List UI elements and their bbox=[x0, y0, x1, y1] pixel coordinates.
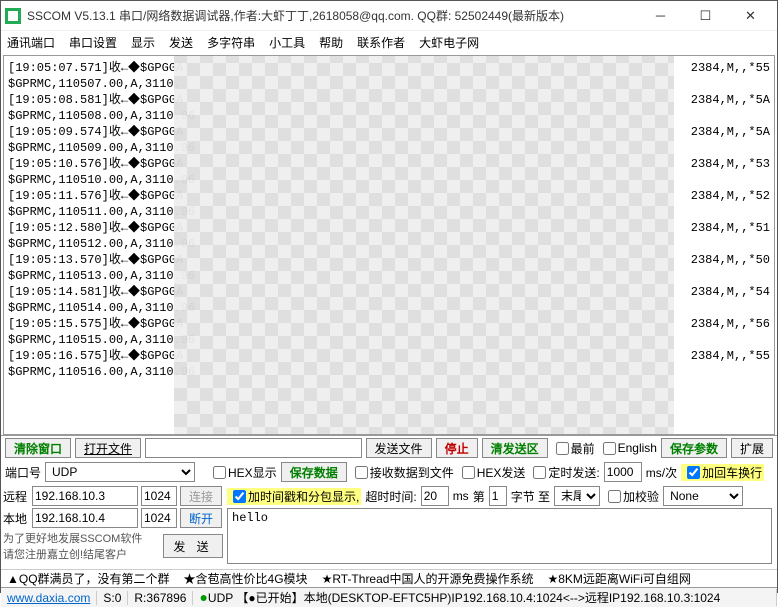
hex-send-checkbox[interactable]: HEX发送 bbox=[458, 464, 526, 481]
note-line-2: 请您注册嘉立创!结尾客户 bbox=[3, 546, 160, 562]
interval-unit: ms/次 bbox=[646, 464, 677, 481]
controls: 清除窗口 打开文件 发送文件 停止 清发送区 最前 English 保存参数 扩… bbox=[1, 435, 777, 569]
disconnect-button[interactable]: 断开 bbox=[180, 508, 222, 528]
link-4g[interactable]: ★含苞高性价比4G模块 bbox=[184, 570, 308, 587]
local-ip-input[interactable] bbox=[32, 508, 138, 528]
maximize-button[interactable]: ☐ bbox=[683, 2, 728, 30]
menu-item[interactable]: 显示 bbox=[131, 34, 155, 51]
log-area[interactable]: [19:05:07.571]收←◆$GPGGA2384,M,,*55$GPRMC… bbox=[3, 55, 775, 435]
byte-label-1: 第 bbox=[473, 488, 485, 505]
checksum-select[interactable]: None bbox=[663, 486, 743, 506]
link-wifi[interactable]: ★8KM远距离WiFi可自组网 bbox=[547, 570, 690, 587]
menu-item[interactable]: 多字符串 bbox=[207, 34, 255, 51]
remote-label: 远程 bbox=[3, 488, 29, 505]
local-label: 本地 bbox=[3, 510, 29, 527]
link-rtthread[interactable]: ★RT-Thread中国人的开源免费操作系统 bbox=[322, 570, 534, 587]
connect-button[interactable]: 连接 bbox=[180, 486, 222, 506]
menu-item[interactable]: 帮助 bbox=[319, 34, 343, 51]
minimize-button[interactable]: ─ bbox=[638, 2, 683, 30]
link-bar: ▲QQ群满员了，没有第二个群 ★含苞高性价比4G模块 ★RT-Thread中国人… bbox=[1, 569, 777, 587]
timestamp-checkbox[interactable]: 加时间戳和分包显示, bbox=[227, 488, 361, 505]
send-file-button[interactable]: 发送文件 bbox=[366, 438, 432, 458]
send-textarea[interactable]: hello bbox=[227, 508, 772, 564]
close-button[interactable]: ✕ bbox=[728, 2, 773, 30]
status-bar: www.daxia.com S:0 R:367896 ●UDP 【●已开始】本地… bbox=[1, 587, 777, 607]
redacted-overlay bbox=[174, 56, 674, 434]
file-path-input[interactable] bbox=[145, 438, 362, 458]
send-button[interactable]: 发 送 bbox=[163, 534, 223, 558]
clear-window-button[interactable]: 清除窗口 bbox=[5, 438, 71, 458]
port-select[interactable]: UDP bbox=[45, 462, 195, 482]
english-checkbox[interactable]: English bbox=[599, 441, 657, 455]
byte-label-2: 字节 至 bbox=[511, 488, 550, 505]
menu-item[interactable]: 联系作者 bbox=[357, 34, 405, 51]
checksum-checkbox[interactable]: 加校验 bbox=[604, 488, 659, 505]
menu-item[interactable]: 小工具 bbox=[269, 34, 305, 51]
local-port-input[interactable] bbox=[141, 508, 177, 528]
app-icon bbox=[5, 8, 21, 24]
remote-ip-input[interactable] bbox=[32, 486, 138, 506]
crlf-checkbox[interactable]: 加回车换行 bbox=[681, 464, 764, 481]
save-params-button[interactable]: 保存参数 bbox=[661, 438, 727, 458]
clear-send-button[interactable]: 清发送区 bbox=[482, 438, 548, 458]
tail-select[interactable]: 末尾 bbox=[554, 486, 600, 506]
topmost-checkbox[interactable]: 最前 bbox=[552, 440, 595, 457]
byte-num-input[interactable] bbox=[489, 486, 507, 506]
menu-item[interactable]: 串口设置 bbox=[69, 34, 117, 51]
open-file-button[interactable]: 打开文件 bbox=[75, 438, 141, 458]
timeout-label: 超时时间: bbox=[365, 488, 416, 505]
rx-to-file-checkbox[interactable]: 接收数据到文件 bbox=[351, 464, 454, 481]
menu-item[interactable]: 发送 bbox=[169, 34, 193, 51]
note-line-1: 为了更好地发展SSCOM软件 bbox=[3, 530, 160, 546]
menubar: 通讯端口串口设置显示发送多字符串小工具帮助联系作者大虾电子网 bbox=[1, 31, 777, 53]
ms-label: ms bbox=[453, 489, 469, 503]
status-info: ●UDP 【●已开始】本地(DESKTOP-EFTC5HP)IP192.168.… bbox=[193, 589, 777, 606]
save-data-button[interactable]: 保存数据 bbox=[281, 462, 347, 482]
hex-show-checkbox[interactable]: HEX显示 bbox=[209, 464, 277, 481]
expand-button[interactable]: 扩展 bbox=[731, 438, 773, 458]
window-title: SSCOM V5.13.1 串口/网络数据调试器,作者:大虾丁丁,2618058… bbox=[27, 7, 638, 24]
menu-item[interactable]: 通讯端口 bbox=[7, 34, 55, 51]
timeout-input[interactable] bbox=[421, 486, 449, 506]
link-qq[interactable]: ▲QQ群满员了，没有第二个群 bbox=[7, 570, 170, 587]
port-label: 端口号 bbox=[5, 464, 41, 481]
interval-input[interactable] bbox=[604, 462, 642, 482]
menu-item[interactable]: 大虾电子网 bbox=[419, 34, 479, 51]
remote-port-input[interactable] bbox=[141, 486, 177, 506]
timed-send-checkbox[interactable]: 定时发送: bbox=[529, 464, 599, 481]
titlebar: SSCOM V5.13.1 串口/网络数据调试器,作者:大虾丁丁,2618058… bbox=[1, 1, 777, 31]
stop-button[interactable]: 停止 bbox=[436, 438, 478, 458]
